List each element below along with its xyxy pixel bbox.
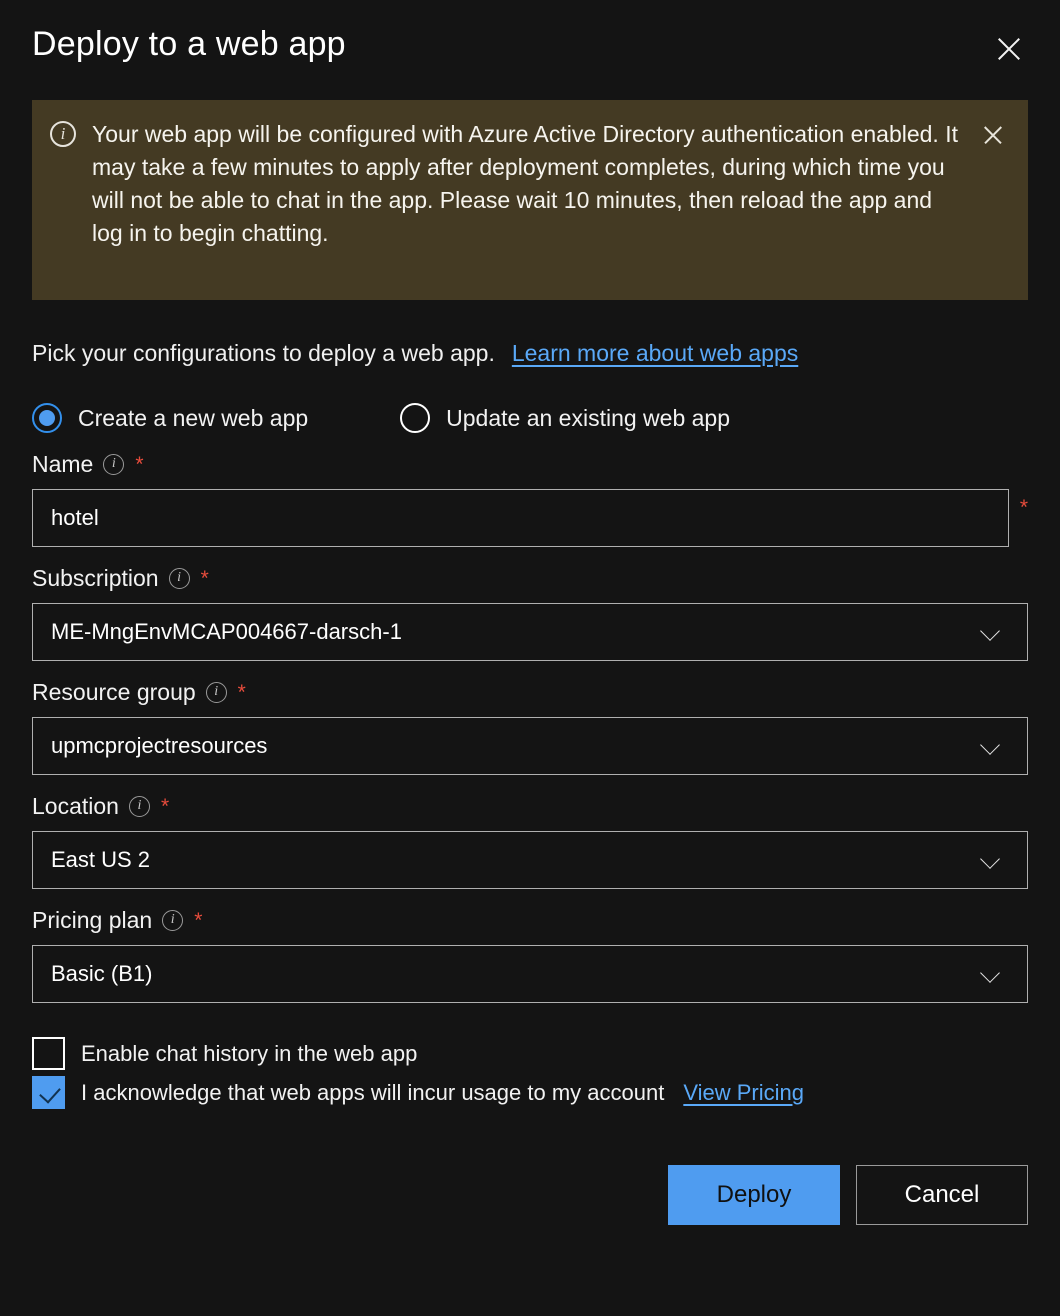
dialog-header: Deploy to a web app [32,0,1028,78]
field-location-label-row: Location i * [32,793,1028,820]
location-select[interactable]: East US 2 [32,831,1028,889]
required-asterisk-trailing: * [1019,496,1028,519]
intro-text: Pick your configurations to deploy a web… [32,340,495,366]
field-name-label: Name [32,451,94,477]
enable-chat-history-label: Enable chat history in the web app [81,1040,418,1066]
location-select-value: East US 2 [51,847,151,872]
info-circle-icon: i [50,121,76,147]
info-icon[interactable]: i [168,568,190,589]
field-resource-group: Resource group i * upmcprojectresources [32,679,1028,775]
name-input[interactable]: hotel [32,489,1009,547]
chevron-down-icon [982,623,1001,642]
close-icon[interactable] [992,32,1026,66]
learn-more-link[interactable]: Learn more about web apps [512,340,798,367]
dialog-footer: Deploy Cancel [32,1165,1028,1225]
field-subscription-label-row: Subscription i * [32,565,1028,592]
field-pricing-plan-label: Pricing plan [32,907,153,933]
radio-label-update-existing: Update an existing web app [446,404,731,431]
field-pricing-plan-control-row: Basic (B1) [32,945,1028,1003]
field-resource-group-control-row: upmcprojectresources [32,717,1028,775]
radio-indicator-selected [32,403,62,433]
chevron-down-icon [982,851,1001,870]
deploy-web-app-dialog: Deploy to a web app i Your web app will … [0,0,1060,1316]
field-location-label: Location [32,793,119,819]
required-asterisk: * [194,909,203,932]
chevron-down-icon [982,737,1001,756]
page-title: Deploy to a web app [32,25,346,63]
intro-row: Pick your configurations to deploy a web… [32,340,1028,367]
checkbox-row-enable-chat-history[interactable]: Enable chat history in the web app [32,1037,1028,1070]
radio-create-new-web-app[interactable]: Create a new web app [32,403,308,433]
info-icon[interactable]: i [128,796,150,817]
field-resource-group-label-row: Resource group i * [32,679,1028,706]
field-name-control-row: hotel * [32,489,1028,547]
field-location: Location i * East US 2 [32,793,1028,889]
resource-group-select-value: upmcprojectresources [51,733,268,758]
deploy-mode-radio-group: Create a new web app Update an existing … [32,403,1028,433]
view-pricing-link[interactable]: View Pricing [683,1080,804,1106]
info-icon[interactable]: i [162,910,184,931]
field-resource-group-label: Resource group [32,679,196,705]
field-subscription-label: Subscription [32,565,159,591]
resource-group-select[interactable]: upmcprojectresources [32,717,1028,775]
deploy-button[interactable]: Deploy [668,1165,840,1225]
radio-indicator-unselected [400,403,431,433]
pricing-plan-select-value: Basic (B1) [51,961,153,986]
enable-chat-history-checkbox[interactable] [32,1037,65,1070]
required-asterisk: * [237,681,246,704]
acknowledge-usage-checkbox[interactable] [32,1076,65,1109]
required-asterisk: * [160,795,170,818]
info-icon[interactable]: i [205,682,227,703]
banner-close-icon[interactable] [980,122,1006,148]
pricing-plan-select[interactable]: Basic (B1) [32,945,1028,1003]
info-banner-message: Your web app will be configured with Azu… [92,121,958,246]
checkbox-group: Enable chat history in the web app I ack… [32,1037,1028,1109]
field-name-label-row: Name i * [32,451,1028,478]
field-name: Name i * hotel * [32,451,1028,547]
required-asterisk: * [200,567,209,590]
chevron-down-icon [982,965,1001,984]
checkbox-row-acknowledge-usage[interactable]: I acknowledge that web apps will incur u… [32,1076,1028,1109]
subscription-select[interactable]: ME-MngEnvMCAP004667-darsch-1 [32,603,1028,661]
field-location-control-row: East US 2 [32,831,1028,889]
cancel-button[interactable]: Cancel [856,1165,1028,1225]
field-pricing-plan: Pricing plan i * Basic (B1) [32,907,1028,1003]
required-asterisk: * [135,453,144,476]
field-subscription: Subscription i * ME-MngEnvMCAP004667-dar… [32,565,1028,661]
radio-label-create-new: Create a new web app [78,404,309,431]
radio-update-existing-web-app[interactable]: Update an existing web app [400,403,730,433]
field-subscription-control-row: ME-MngEnvMCAP004667-darsch-1 [32,603,1028,661]
name-input-value: hotel [51,505,99,530]
info-icon[interactable]: i [103,454,125,475]
info-banner: i Your web app will be configured with A… [32,100,1028,300]
subscription-select-value: ME-MngEnvMCAP004667-darsch-1 [51,619,402,644]
field-pricing-plan-label-row: Pricing plan i * [32,907,1028,934]
acknowledge-usage-label: I acknowledge that web apps will incur u… [81,1079,665,1105]
